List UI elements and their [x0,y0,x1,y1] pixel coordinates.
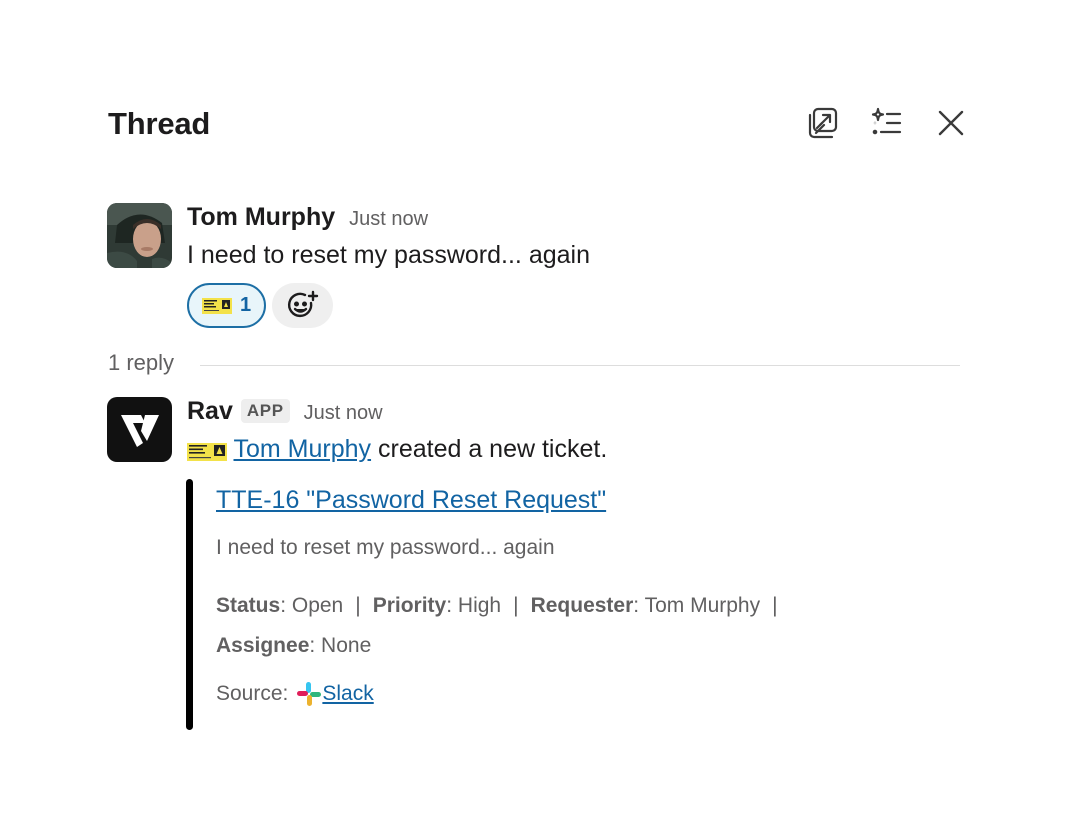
source-link[interactable]: Slack [296,680,374,708]
message-timestamp[interactable]: Just now [304,402,383,425]
message-timestamp[interactable]: Just now [349,208,428,231]
field-value-requester: Tom Murphy [644,594,761,617]
message-text: Tom Murphy created a new ticket. [187,431,967,467]
ticket-fields: Status: Open | Priority: High | Requester: T… [216,594,778,657]
live-concert-ticket-emoji [201,296,232,316]
field-label-status: Status [216,594,281,617]
sparkle-list-icon [871,107,902,135]
reaction-count: 1 [239,294,252,316]
app-avatar[interactable] [107,397,172,462]
add-reaction-button[interactable] [272,283,333,328]
thread-header: Thread [108,104,968,144]
ticket-description: I need to reset my password... again [216,536,555,559]
source-link-label: Slack [322,682,374,705]
add-reaction-icon [287,290,318,317]
open-in-window-button[interactable] [803,104,841,142]
sender-name[interactable]: Rav [187,397,233,426]
field-label-priority: Priority [372,594,447,617]
message-text: I need to reset my password... again [187,241,590,269]
field-value-status: Open [291,594,344,617]
close-button[interactable] [932,104,970,142]
reply-divider: 1 reply [108,350,960,380]
panel-title: Thread [108,106,211,141]
reactions-bar: 1 [187,283,967,328]
ticket-source: Source: Slack [216,680,956,708]
live-concert-ticket-emoji [187,438,227,462]
avatar[interactable] [107,203,172,268]
user-mention-link[interactable]: Tom Murphy [234,435,372,463]
reaction-pill[interactable]: 1 [187,283,266,328]
field-value-assignee: None [321,634,372,657]
ticket-attachment: TTE-16 "Password Reset Request" I need t… [186,479,968,730]
external-window-icon [808,107,838,139]
ticket-title-link[interactable]: TTE-16 "Password Reset Request" [216,486,606,514]
divider-line [200,365,960,366]
source-label: Source: [216,682,289,705]
ai-summary-button[interactable] [867,104,905,142]
reply-count[interactable]: 1 reply [108,350,174,376]
slack-icon [297,682,322,706]
field-value-priority: High [457,594,502,617]
app-badge: APP [240,399,290,423]
field-label-assignee: Assignee [216,634,310,657]
field-label-requester: Requester [530,594,634,617]
sender-name[interactable]: Tom Murphy [187,203,335,232]
attachment-bar [186,479,193,730]
message-suffix: created a new ticket. [371,435,608,463]
close-icon [938,110,964,136]
